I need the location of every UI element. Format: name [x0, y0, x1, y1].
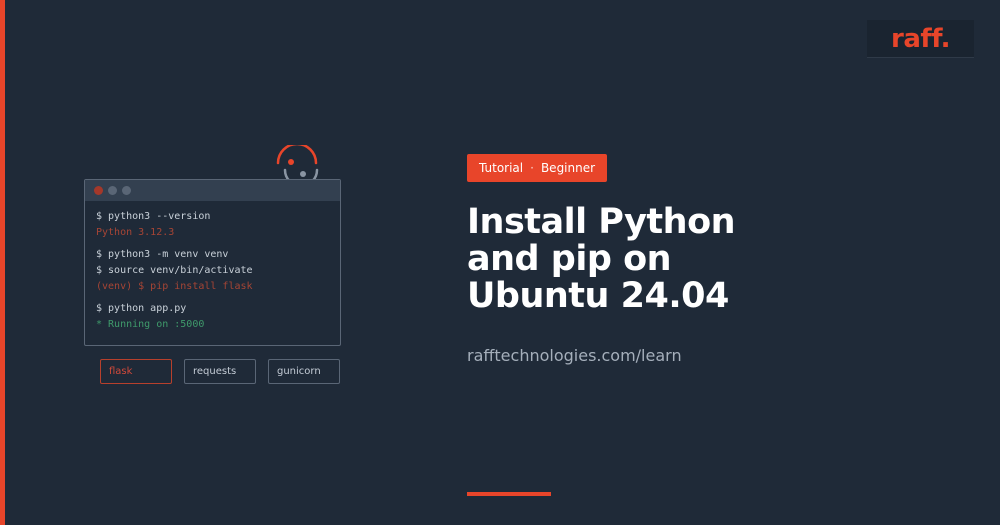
package-chip-flask: flask	[100, 359, 172, 384]
terminal-line: $ python3 --version	[96, 211, 211, 222]
brand-logo: raff.	[867, 20, 974, 58]
title-line: Ubuntu 24.04	[467, 276, 729, 316]
badge-level: Beginner	[540, 161, 596, 175]
package-chips: flask requests gunicorn	[100, 359, 340, 384]
bottom-accent-bar	[467, 492, 551, 496]
site-url: rafftechnologies.com/learn	[467, 346, 682, 365]
page-title: Install Python and pip on Ubuntu 24.04	[467, 202, 736, 316]
terminal-line: $ source venv/bin/activate	[96, 265, 253, 276]
package-chip-requests: requests	[184, 359, 256, 384]
title-line: Install Python	[467, 202, 736, 242]
package-chip-gunicorn: gunicorn	[268, 359, 340, 384]
window-maximize-dot-icon	[122, 186, 131, 195]
terminal-line: Python 3.12.3	[96, 227, 175, 238]
window-minimize-dot-icon	[108, 186, 117, 195]
category-badge: Tutorial · Beginner	[467, 154, 608, 182]
left-accent-bar	[0, 0, 5, 525]
terminal-window: $ python3 --version Python 3.12.3 $ pyth…	[84, 179, 341, 346]
terminal-line: $ python app.py	[96, 303, 187, 314]
badge-separator: ·	[530, 161, 534, 175]
terminal-line: * Running on :5000	[96, 319, 205, 330]
title-line: and pip on	[467, 239, 672, 279]
terminal-title-bar	[85, 180, 340, 201]
terminal-line: $ python3 -m venv venv	[96, 249, 229, 260]
window-close-dot-icon	[94, 186, 103, 195]
badge-category: Tutorial	[479, 161, 524, 175]
logo-text: raff.	[891, 23, 950, 54]
terminal-line: (venv) $ pip install flask	[96, 281, 253, 292]
terminal-output: $ python3 --version Python 3.12.3 $ pyth…	[85, 201, 340, 333]
